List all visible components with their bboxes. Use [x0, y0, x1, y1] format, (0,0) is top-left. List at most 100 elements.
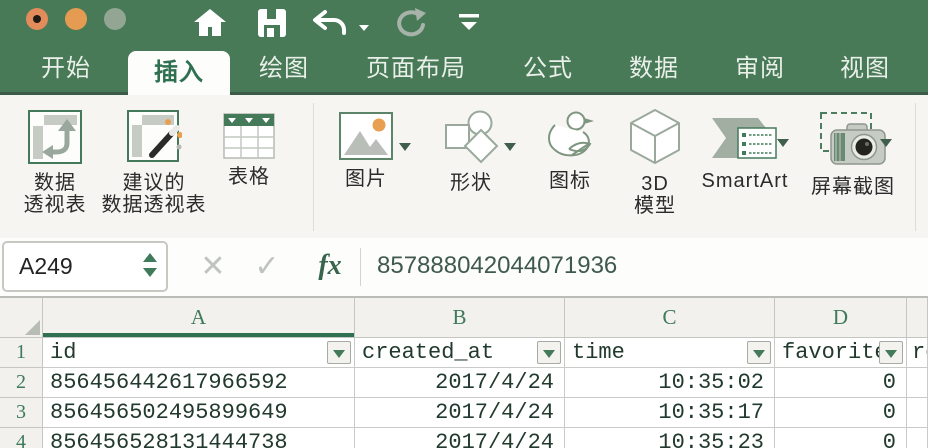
cell-b4[interactable]: 2017/4/24 — [355, 428, 565, 448]
table-button[interactable]: 表格 — [210, 95, 288, 238]
3d-cube-icon — [616, 108, 694, 171]
cell-text: created_at — [362, 340, 494, 365]
formula-bar: A249 ✕ ✓ fx 857888042044071936 — [0, 238, 928, 298]
undo-dropdown-icon[interactable] — [358, 19, 370, 37]
name-box-stepper[interactable] — [143, 253, 157, 277]
cell-d3[interactable]: 0 — [775, 398, 907, 428]
stepper-down-icon[interactable] — [143, 268, 157, 277]
cell-d4[interactable]: 0 — [775, 428, 907, 448]
filter-button[interactable] — [327, 341, 351, 364]
filter-button[interactable] — [747, 341, 771, 364]
cancel-button[interactable]: ✕ — [196, 244, 230, 290]
cell-c4[interactable]: 10:35:23 — [565, 428, 775, 448]
redo-icon[interactable] — [392, 8, 428, 43]
cell-d2[interactable]: 0 — [775, 368, 907, 398]
column-header-b[interactable]: B — [355, 298, 565, 338]
3d-models-button[interactable]: 3D 模型 — [616, 95, 694, 238]
pivottable-button[interactable]: 数据 透视表 — [8, 95, 102, 238]
close-button[interactable] — [26, 8, 48, 30]
cell-c3[interactable]: 10:35:17 — [565, 398, 775, 428]
name-box[interactable]: A249 — [2, 241, 168, 292]
cell-e3[interactable] — [907, 398, 928, 428]
cell-c2[interactable]: 10:35:02 — [565, 368, 775, 398]
screenshot-button[interactable]: 屏幕截图 — [800, 95, 906, 238]
select-all-corner[interactable] — [0, 298, 43, 338]
filter-button[interactable] — [879, 341, 903, 364]
screenshot-dropdown-icon[interactable] — [880, 139, 892, 147]
excel-window: 开始 插入 绘图 页面布局 公式 数据 审阅 视图 数据 透视表 — [0, 0, 928, 448]
formula-bar-divider — [360, 248, 361, 286]
group-separator — [915, 103, 916, 231]
cell-e2[interactable] — [907, 368, 928, 398]
tab-data[interactable]: 数据 — [620, 45, 688, 92]
tab-page-layout[interactable]: 页面布局 — [354, 45, 478, 92]
table-row: 2 856456442617966592 2017/4/24 10:35:02 … — [0, 368, 928, 398]
recommended-pivottables-icon — [100, 109, 208, 170]
table-row: 4 856456528131444738 2017/4/24 10:35:23 … — [0, 428, 928, 448]
button-label: 数据透视表 — [100, 194, 208, 216]
cell-e4[interactable] — [907, 428, 928, 448]
cell-b3[interactable]: 2017/4/24 — [355, 398, 565, 428]
tab-formulas[interactable]: 公式 — [514, 45, 582, 92]
home-icon[interactable] — [192, 7, 228, 44]
button-label: 模型 — [616, 195, 694, 217]
column-header-d[interactable]: D — [775, 298, 907, 338]
button-label: SmartArt — [697, 170, 793, 192]
name-box-value: A249 — [19, 243, 73, 290]
button-label: 数据 — [8, 172, 102, 194]
cell-b1[interactable]: created_at — [355, 338, 565, 368]
cell-a2[interactable]: 856456442617966592 — [43, 368, 355, 398]
column-header-row: A B C D — [0, 298, 928, 338]
row-header-4[interactable]: 4 — [0, 428, 43, 448]
smartart-button[interactable]: SmartArt — [697, 95, 793, 238]
row-header-2[interactable]: 2 — [0, 368, 43, 398]
save-icon[interactable] — [257, 8, 287, 43]
cell-text: re — [912, 340, 928, 365]
row-header-1[interactable]: 1 — [0, 338, 43, 368]
customize-toolbar-icon[interactable] — [459, 14, 479, 36]
recommended-pivottables-button[interactable]: 建议的 数据透视表 — [100, 95, 208, 238]
tab-draw[interactable]: 绘图 — [248, 45, 320, 92]
cell-a4[interactable]: 856456528131444738 — [43, 428, 355, 448]
column-header-e[interactable] — [907, 298, 928, 338]
pictures-dropdown-icon[interactable] — [399, 143, 411, 151]
icons-button[interactable]: 图标 — [531, 95, 609, 238]
button-label: 形状 — [432, 172, 510, 194]
pictures-icon — [327, 111, 405, 166]
button-label: 屏幕截图 — [800, 176, 906, 198]
tab-review[interactable]: 审阅 — [726, 45, 794, 92]
sheet-grid: A B C D 1 id created_at time favorites — [0, 298, 928, 448]
unsaved-dot-icon — [33, 15, 41, 23]
cell-text: id — [50, 340, 76, 365]
tab-home[interactable]: 开始 — [30, 45, 102, 92]
duck-icon — [531, 109, 609, 168]
ribbon-tab-bar: 开始 插入 绘图 页面布局 公式 数据 审阅 视图 — [0, 45, 928, 95]
smartart-dropdown-icon[interactable] — [777, 139, 789, 147]
column-header-a[interactable]: A — [43, 298, 355, 338]
tab-view[interactable]: 视图 — [831, 45, 899, 92]
cell-d1[interactable]: favorites — [775, 338, 907, 368]
cell-c1[interactable]: time — [565, 338, 775, 368]
formula-input[interactable]: 857888042044071936 — [377, 238, 617, 294]
zoom-button[interactable] — [104, 8, 126, 30]
stepper-up-icon[interactable] — [143, 253, 157, 262]
tab-insert[interactable]: 插入 — [128, 51, 230, 95]
cell-a1[interactable]: id — [43, 338, 355, 368]
minimize-button[interactable] — [65, 8, 87, 30]
insert-function-button[interactable]: fx — [310, 242, 350, 290]
pivottable-icon — [8, 109, 102, 170]
cell-b2[interactable]: 2017/4/24 — [355, 368, 565, 398]
row-header-3[interactable]: 3 — [0, 398, 43, 428]
shapes-dropdown-icon[interactable] — [504, 143, 516, 151]
table-row: 3 856456502495899649 2017/4/24 10:35:17 … — [0, 398, 928, 428]
group-separator — [313, 103, 314, 231]
pictures-button[interactable]: 图片 — [327, 95, 405, 238]
undo-icon[interactable] — [312, 10, 348, 41]
shapes-button[interactable]: 形状 — [432, 95, 510, 238]
column-header-c[interactable]: C — [565, 298, 775, 338]
enter-button[interactable]: ✓ — [250, 244, 284, 290]
filter-button[interactable] — [537, 341, 561, 364]
cell-e1[interactable]: re — [907, 338, 928, 368]
ribbon-content: 数据 透视表 建议的 数据透视表 — [0, 95, 928, 238]
cell-a3[interactable]: 856456502495899649 — [43, 398, 355, 428]
